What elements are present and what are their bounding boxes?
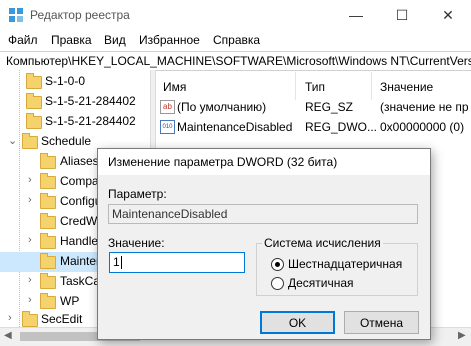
chevron-right-icon[interactable]: › (8, 312, 12, 324)
column-header-type[interactable]: Тип (305, 80, 325, 94)
chevron-right-icon[interactable]: › (28, 294, 32, 306)
maximize-icon: ☐ (395, 6, 409, 23)
list-row-default[interactable]: ab (По умолчанию) REG_SZ (значение не пр (155, 97, 471, 117)
radix-groupbox: Система исчисления Шестнадцатеричная Дес… (256, 236, 418, 296)
window-title: Редактор реестра (30, 8, 130, 22)
menu-file[interactable]: Файл (8, 33, 38, 47)
param-label: Параметр: (108, 187, 167, 201)
tree-item-label: Schedule (41, 134, 92, 148)
tree-item-label: S-1-5-21-284402 (45, 114, 136, 128)
radio-decimal-label: Десятичная (288, 276, 354, 290)
chevron-right-icon[interactable]: › (28, 194, 32, 206)
tree-item-label: S-1-5-21-284402 (45, 94, 136, 108)
chevron-right-icon[interactable]: › (28, 174, 32, 186)
value-data: (значение не пр (380, 100, 469, 114)
folder-icon (40, 293, 56, 309)
column-header-value[interactable]: Значение (380, 80, 433, 94)
column-header-name[interactable]: Имя (163, 80, 186, 94)
value-type: REG_SZ (305, 100, 354, 114)
window-titlebar: Редактор реестра — ☐ ✕ (0, 0, 471, 30)
folder-icon (40, 213, 56, 229)
menu-view[interactable]: Вид (104, 33, 126, 47)
column-divider[interactable] (295, 72, 296, 100)
folder-icon (26, 73, 42, 89)
chevron-right-icon[interactable]: › (28, 274, 32, 286)
menu-bar: Файл Правка Вид Избранное Справка (0, 30, 471, 50)
tree-item-label: Configu (60, 194, 102, 208)
tree-item-label: S-1-0-0 (45, 74, 86, 88)
tree-item-label: TaskCa (60, 274, 101, 288)
radio-hex-label: Шестнадцатеричная (288, 257, 403, 271)
folder-icon (40, 173, 56, 189)
tree-guide-line (19, 70, 20, 327)
value-input[interactable]: 1 (109, 252, 245, 273)
chevron-right-icon[interactable]: › (28, 234, 32, 246)
cancel-button[interactable]: Отмена (344, 311, 419, 334)
folder-icon (26, 93, 42, 109)
close-icon: ✕ (442, 6, 454, 23)
dialog-title: Изменение параметра DWORD (32 бита) (108, 155, 338, 169)
edit-dword-dialog: Изменение параметра DWORD (32 бита) Пара… (97, 148, 431, 340)
radix-group-label: Система исчисления (262, 236, 383, 250)
folder-icon (40, 153, 56, 169)
tree-item-label: SecEdit (41, 312, 83, 326)
value-name: (По умолчанию) (177, 100, 267, 114)
value-name: MaintenanceDisabled (177, 120, 293, 134)
close-button[interactable]: ✕ (425, 0, 471, 30)
menu-edit[interactable]: Правка (51, 33, 92, 47)
list-row-maintenance-disabled[interactable]: 010 MaintenanceDisabled REG_DWO... 0x000… (155, 117, 471, 137)
radio-checked-icon (271, 258, 284, 271)
address-bar[interactable]: Компьютер\HKEY_LOCAL_MACHINE\SOFTWARE\Mi… (0, 51, 471, 71)
text-caret (121, 256, 122, 269)
radio-unchecked-icon (271, 277, 284, 290)
value-data: 0x00000000 (0) (380, 120, 465, 134)
radio-decimal[interactable]: Десятичная (271, 275, 411, 291)
regedit-app-icon (9, 8, 23, 22)
radio-hex[interactable]: Шестнадцатеричная (271, 256, 411, 272)
column-divider[interactable] (371, 72, 372, 100)
scroll-right-icon[interactable]: ▶ (458, 330, 466, 341)
value-type: REG_DWO... (305, 120, 378, 134)
string-value-icon: ab (160, 100, 175, 114)
tree-item-label: Aliases (60, 154, 99, 168)
dialog-titlebar[interactable]: Изменение параметра DWORD (32 бита) (98, 149, 430, 175)
tree-item-label: WP (60, 294, 80, 308)
folder-icon (40, 253, 56, 269)
folder-icon (40, 273, 56, 289)
minimize-button[interactable]: — (333, 0, 379, 30)
menu-help[interactable]: Справка (213, 33, 260, 47)
param-name-value: MaintenanceDisabled (112, 207, 228, 221)
ok-button[interactable]: OK (260, 311, 335, 334)
menu-favorites[interactable]: Избранное (139, 33, 200, 47)
dword-value-icon: 010 (160, 120, 175, 134)
minimize-icon: — (349, 7, 363, 23)
tree-item-label: Compa (60, 174, 99, 188)
folder-icon (22, 311, 38, 327)
folder-icon (40, 193, 56, 209)
maximize-button[interactable]: ☐ (379, 0, 425, 30)
folder-open-icon (22, 133, 38, 149)
folder-icon (26, 113, 42, 129)
param-name-field: MaintenanceDisabled (108, 204, 418, 224)
scroll-left-icon[interactable]: ◀ (4, 330, 12, 341)
folder-icon (40, 233, 56, 249)
value-label: Значение: (108, 236, 165, 250)
address-path: Компьютер\HKEY_LOCAL_MACHINE\SOFTWARE\Mi… (6, 54, 471, 68)
tree-item-label: Handle (60, 234, 99, 248)
value-input-text: 1 (113, 255, 120, 269)
chevron-down-icon[interactable]: ⌄ (8, 134, 17, 147)
